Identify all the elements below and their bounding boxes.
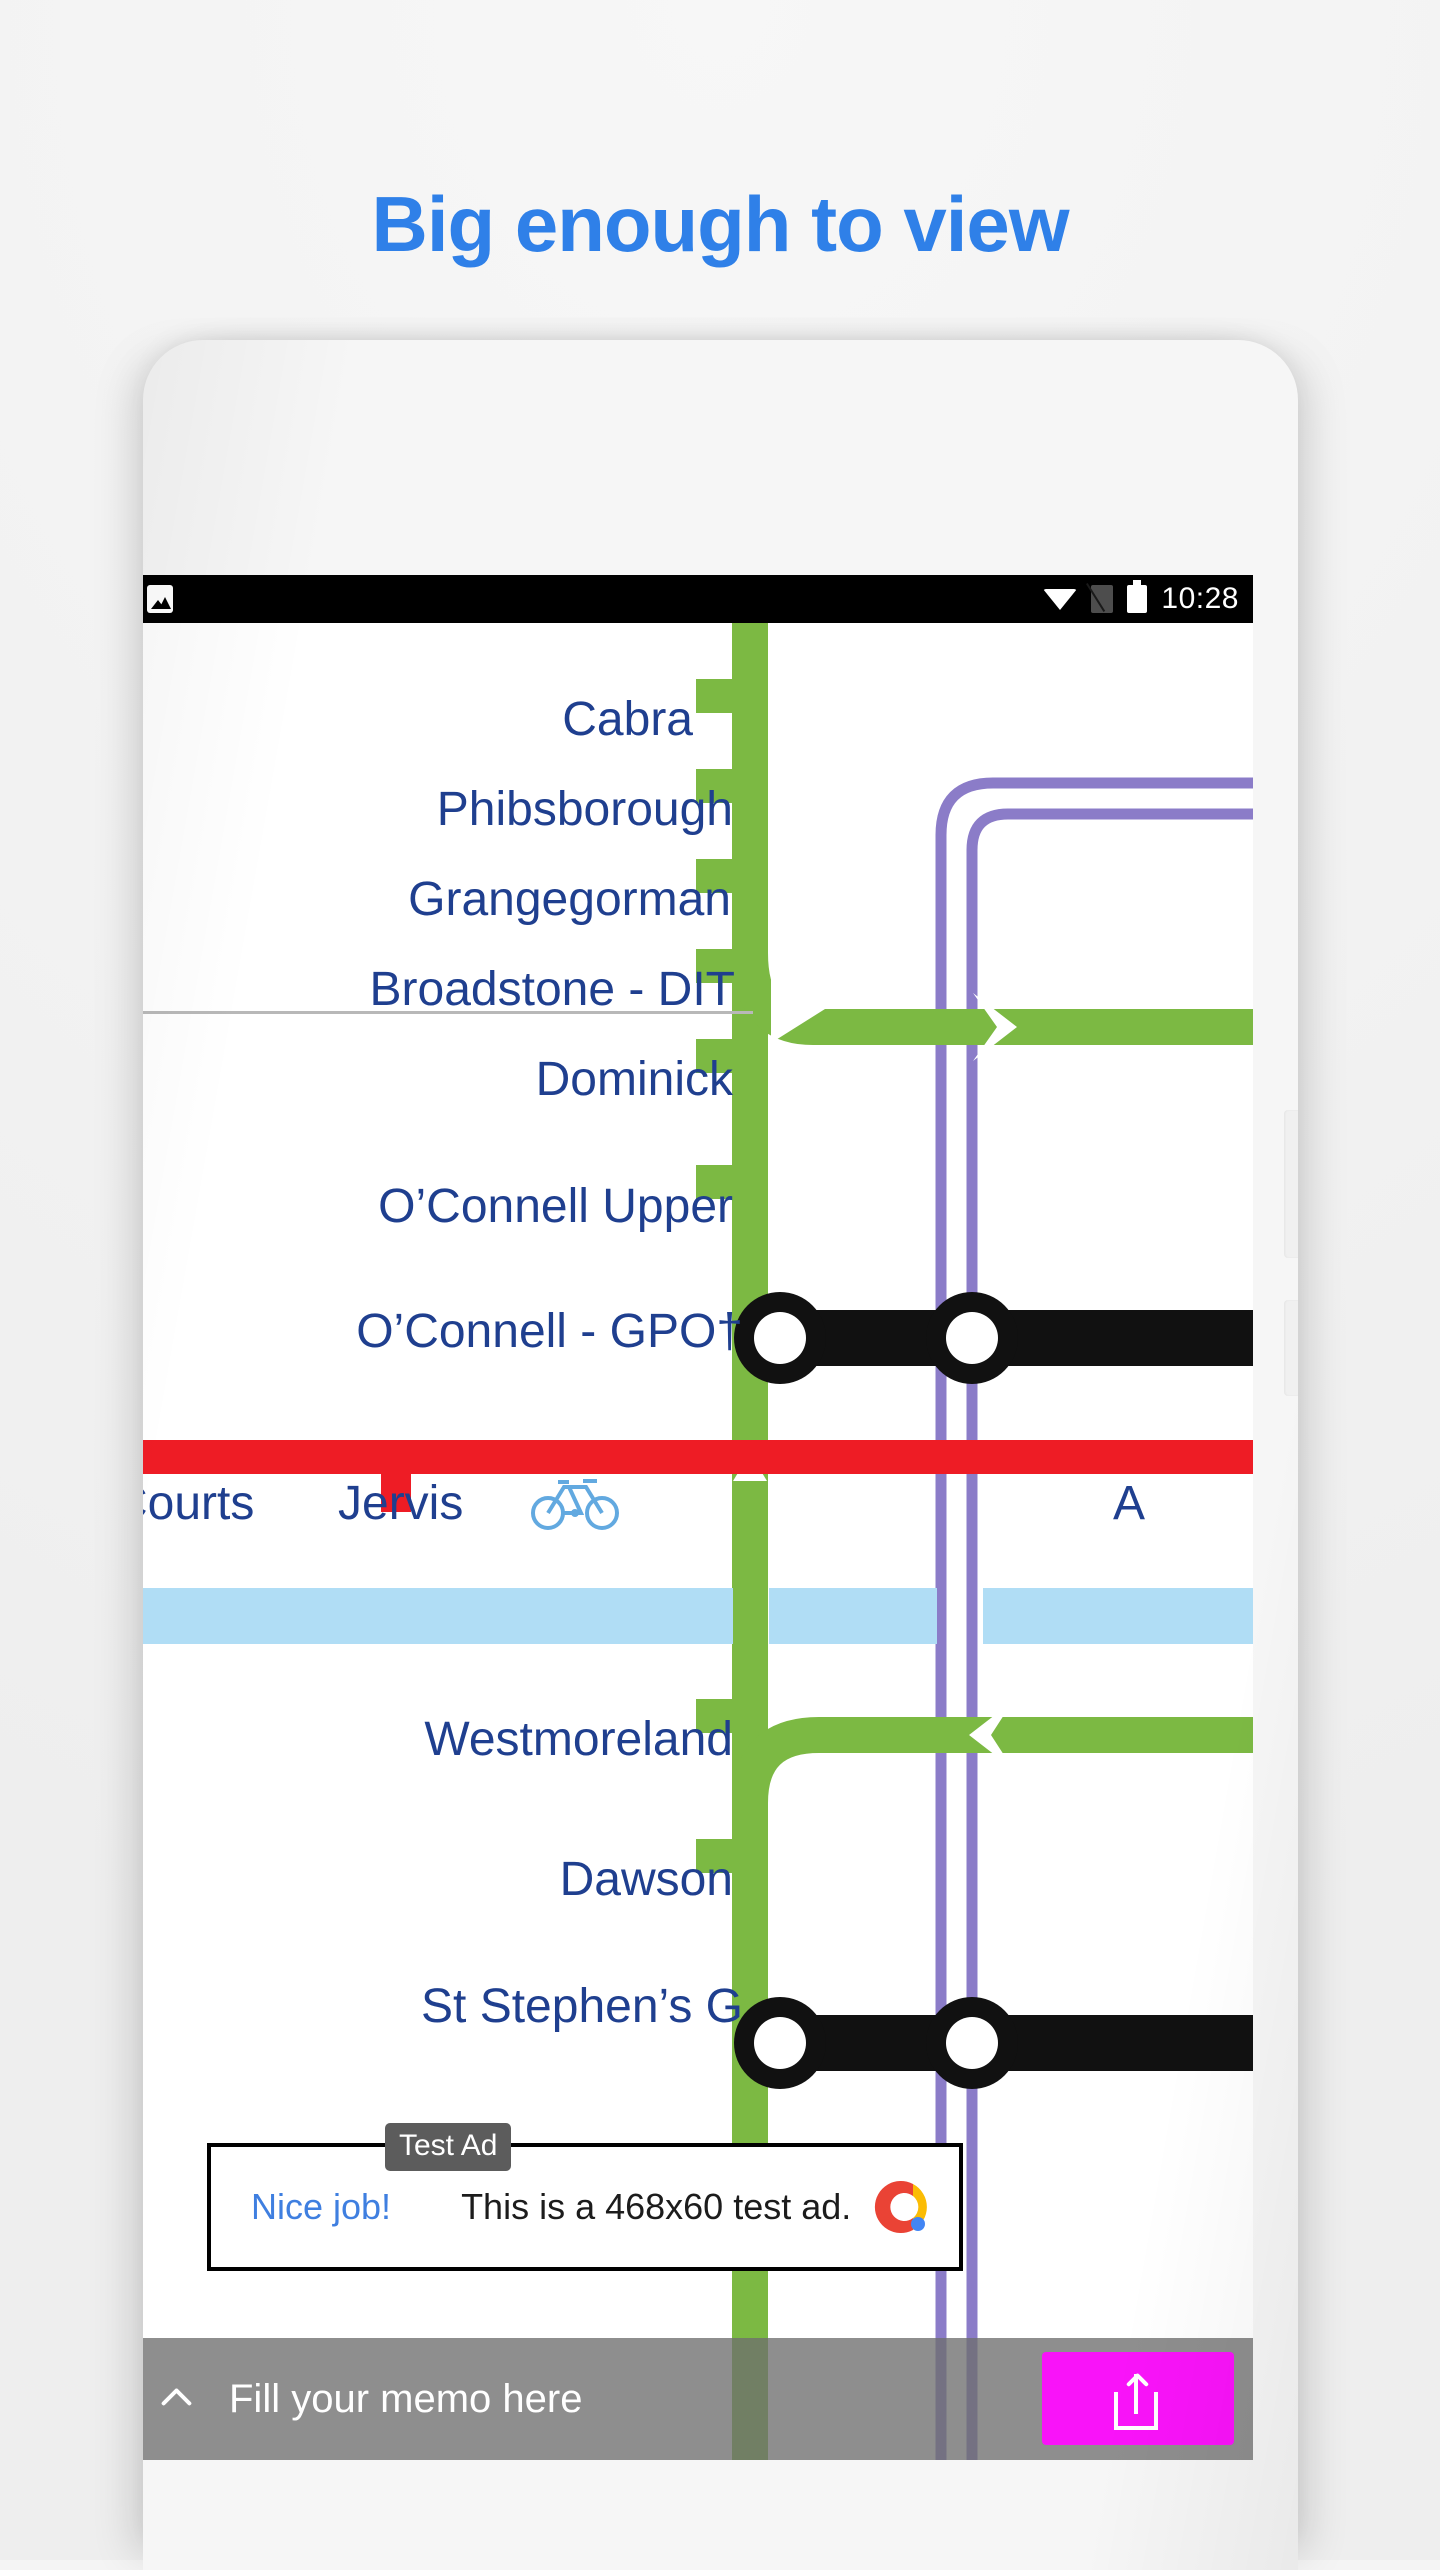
status-bar: 10:28 — [143, 575, 1253, 623]
share-button[interactable] — [1042, 2352, 1234, 2445]
river-band — [769, 1588, 937, 1644]
station-label-courts[interactable]: Courts — [143, 1480, 254, 1528]
station-label-oconnell-upper[interactable]: O’Connell Upper — [378, 1183, 733, 1231]
chevron-up-icon[interactable] — [153, 2379, 193, 2419]
memo-placeholder-text[interactable]: Fill your memo here — [229, 2379, 582, 2419]
page-title: Big enough to view — [371, 180, 1070, 268]
station-label-st-stephens-green[interactable]: St Stephen’s G — [421, 1983, 743, 2031]
ad-banner[interactable]: Nice job! This is a 468x60 test ad. — [207, 2143, 963, 2271]
station-label-dawson[interactable]: Dawson — [560, 1856, 733, 1904]
wifi-icon — [1043, 588, 1078, 610]
station-label-dominick[interactable]: Dominick — [536, 1056, 733, 1104]
river-band — [983, 1588, 1253, 1644]
battery-icon — [1127, 580, 1148, 613]
river-band — [143, 1588, 733, 1644]
status-bar-right: 10:28 — [1043, 575, 1239, 623]
ad-banner-content: Nice job! This is a 468x60 test ad. — [211, 2147, 959, 2267]
ad-test-badge: Test Ad — [385, 2123, 512, 2171]
ad-cta-link[interactable]: Nice job! — [251, 2189, 391, 2225]
share-icon — [1114, 2368, 1162, 2430]
power-button[interactable] — [1284, 1300, 1298, 1396]
bicycle-icon — [531, 1479, 619, 1530]
volume-button[interactable] — [1284, 1110, 1298, 1258]
station-label-abbey[interactable]: A — [1113, 1480, 1145, 1528]
station-label-phibsborough[interactable]: Phibsborough — [437, 786, 733, 834]
image-icon — [147, 585, 173, 613]
station-label-westmoreland[interactable]: Westmoreland — [424, 1716, 733, 1764]
admob-logo — [874, 2181, 927, 2233]
ad-body-text: This is a 468x60 test ad. — [461, 2186, 852, 2227]
station-label-grangegorman[interactable]: Grangegorman — [408, 876, 731, 924]
station-label-oconnell-gpo[interactable]: O’Connell - GPO† — [356, 1308, 743, 1356]
memo-bar[interactable]: Fill your memo here — [143, 2338, 1253, 2460]
station-label-jervis[interactable]: Jervis — [338, 1480, 463, 1528]
status-bar-clock: 10:28 — [1161, 582, 1239, 615]
no-sim-icon — [1091, 585, 1114, 613]
station-label-broadstone-dit[interactable]: Broadstone - DIT — [370, 966, 735, 1014]
station-label-cabra[interactable]: Cabra — [562, 696, 693, 744]
